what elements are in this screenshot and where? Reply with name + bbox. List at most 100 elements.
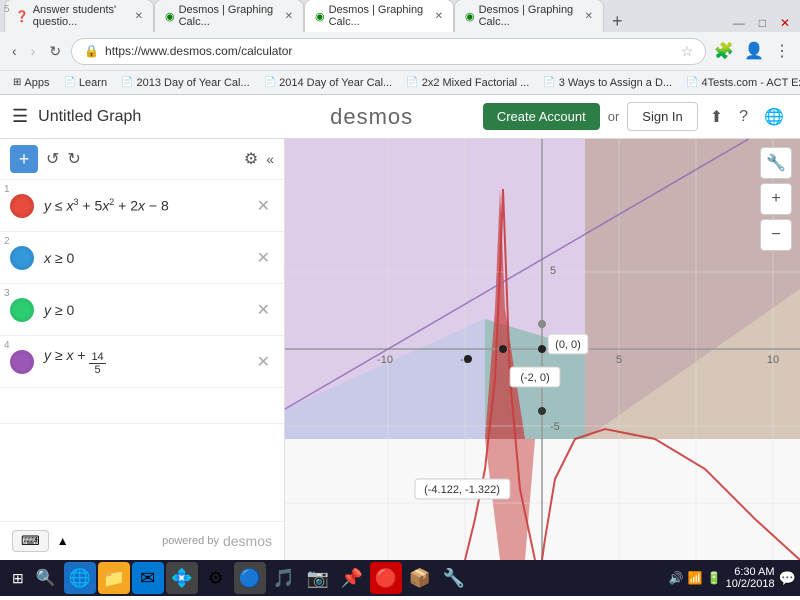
bookmark-2x2[interactable]: 📄 2x2 Mixed Factorial ...: [401, 76, 534, 90]
tab-label-2: Desmos | Graphing Calc...: [329, 4, 427, 28]
tab-label-1: Desmos | Graphing Calc...: [179, 4, 277, 28]
tab-3[interactable]: ◉ Desmos | Graphing Calc... ✕: [454, 0, 604, 32]
close-button[interactable]: ✕: [774, 14, 796, 32]
graph-svg: -10 -5 5 10 5 -5 (0, 0): [285, 139, 800, 560]
tab-bar: ❓ Answer students' questio... ✕ ◉ Desmos…: [0, 0, 800, 32]
help-button[interactable]: ?: [735, 104, 752, 130]
start-button[interactable]: ⊞: [4, 566, 32, 591]
tab-close-2[interactable]: ✕: [435, 11, 443, 22]
bk4-icon: 📄: [406, 77, 418, 88]
expr-icon-1: [10, 194, 34, 218]
add-expression-button[interactable]: +: [10, 145, 38, 173]
taskbar-app-camera[interactable]: 📷: [302, 562, 334, 594]
graph-area[interactable]: -10 -5 5 10 5 -5 (0, 0): [285, 139, 800, 560]
bookmark-2014[interactable]: 📄 2014 Day of Year Cal...: [259, 76, 398, 90]
taskbar-app-media[interactable]: 🎵: [268, 562, 300, 594]
tab-close-3[interactable]: ✕: [585, 11, 593, 22]
browser-chrome: ❓ Answer students' questio... ✕ ◉ Desmos…: [0, 0, 800, 95]
expr-icon-3: [10, 298, 34, 322]
volume-button[interactable]: 🔊: [669, 571, 684, 585]
maximize-button[interactable]: □: [753, 14, 772, 32]
apps-icon: ⊞: [13, 77, 21, 88]
reload-button[interactable]: ↻: [45, 41, 65, 62]
expr-num-2: 2: [4, 236, 10, 247]
window-controls: — □ ✕: [727, 14, 796, 32]
svg-text:10: 10: [767, 354, 779, 366]
new-tab-button[interactable]: +: [604, 11, 631, 32]
taskbar-app-store[interactable]: 📦: [404, 562, 436, 594]
zoom-in-button[interactable]: +: [760, 183, 792, 215]
tab-1[interactable]: ◉ Desmos | Graphing Calc... ✕: [154, 0, 304, 32]
clock-date: 10/2/2018: [726, 578, 775, 590]
zoom-out-button[interactable]: −: [760, 219, 792, 251]
bookmark-learn[interactable]: 📄 Learn: [58, 76, 112, 90]
svg-text:-10: -10: [377, 354, 393, 366]
taskbar-time: 6:30 AM 10/2/2018: [726, 566, 775, 590]
expression-item-1[interactable]: 1 y ≤ x3 + 5x2 + 2x − 8 ✕: [0, 180, 284, 232]
settings-button[interactable]: ⚙: [244, 149, 258, 169]
back-button[interactable]: ‹: [8, 41, 21, 61]
taskbar-app-chrome[interactable]: 🔵: [234, 562, 266, 594]
graph-toolbar: 🔧 + −: [760, 147, 792, 251]
taskbar-search-icon[interactable]: 🔍: [32, 566, 60, 590]
svg-text:(0, 0): (0, 0): [555, 339, 581, 351]
expression-toolbar: + ↺ ↻ ⚙ «: [0, 139, 284, 180]
notification-button[interactable]: 💬: [779, 570, 796, 587]
expression-item-2[interactable]: 2 x ≥ 0 ✕: [0, 232, 284, 284]
redo-button[interactable]: ↻: [67, 149, 80, 169]
tab-0[interactable]: ❓ Answer students' questio... ✕: [4, 0, 154, 32]
address-bar[interactable]: 🔒 https://www.desmos.com/calculator ☆: [71, 38, 706, 65]
desmos-header: ☰ Untitled Graph desmos Create Account o…: [0, 95, 800, 139]
hamburger-menu-button[interactable]: ☰: [12, 106, 28, 127]
forward-button[interactable]: ›: [27, 41, 40, 61]
taskbar-app-pin[interactable]: 📌: [336, 562, 368, 594]
taskbar-app-tools[interactable]: 🔧: [438, 562, 470, 594]
bk3-icon: 📄: [264, 77, 276, 88]
collapse-button[interactable]: «: [266, 151, 274, 167]
sign-in-button[interactable]: Sign In: [627, 102, 697, 131]
taskbar-app-red[interactable]: 🔴: [370, 562, 402, 594]
bookmark-learn-label: Learn: [79, 77, 107, 89]
taskbar-app-mail[interactable]: ✉: [132, 562, 164, 594]
star-icon[interactable]: ☆: [681, 43, 694, 60]
bookmark-apps[interactable]: ⊞ Apps: [8, 76, 54, 90]
minimize-button[interactable]: —: [727, 14, 751, 32]
undo-button[interactable]: ↺: [46, 149, 59, 169]
expr-delete-4[interactable]: ✕: [253, 350, 274, 374]
expr-text-1: y ≤ x3 + 5x2 + 2x − 8: [44, 197, 253, 214]
tab-close-0[interactable]: ✕: [135, 11, 143, 22]
expression-item-4[interactable]: 4 y ≥ x + 14 5 ✕: [0, 336, 284, 388]
expr-delete-2[interactable]: ✕: [253, 246, 274, 270]
extensions-button[interactable]: 🧩: [712, 39, 736, 63]
tab-2[interactable]: ◉ Desmos | Graphing Calc... ✕: [304, 0, 454, 32]
header-actions: Create Account or Sign In ⬆ ? 🌐: [483, 102, 788, 131]
menu-button[interactable]: ⋮: [772, 39, 792, 63]
main-content: + ↺ ↻ ⚙ « 1 y ≤ x3 + 5x2 + 2x − 8 ✕: [0, 139, 800, 560]
wrench-tool-button[interactable]: 🔧: [760, 147, 792, 179]
taskbar: ⊞ 🔍 🌐 📁 ✉ 💠 ⚙ 🔵 🎵 📷 📌 🔴 📦 🔧 🔊 📶 🔋 6:30 A…: [0, 560, 800, 596]
svg-text:-5: -5: [550, 421, 560, 433]
bookmark-3ways[interactable]: 📄 3 Ways to Assign a D...: [538, 76, 677, 90]
taskbar-app-explorer[interactable]: 📁: [98, 562, 130, 594]
lock-icon: 🔒: [84, 44, 99, 58]
expand-button[interactable]: ▲: [57, 534, 69, 548]
bookmark-2x2-label: 2x2 Mixed Factorial ...: [422, 77, 530, 89]
taskbar-app-edge[interactable]: 🌐: [64, 562, 96, 594]
bookmark-4tests[interactable]: 📄 4Tests.com - ACT Ex...: [681, 76, 800, 90]
expression-item-5[interactable]: 5: [0, 388, 284, 424]
globe-button[interactable]: 🌐: [760, 103, 788, 131]
keyboard-button[interactable]: ⌨: [12, 530, 49, 552]
bookmark-2013[interactable]: 📄 2013 Day of Year Cal...: [116, 76, 255, 90]
share-button[interactable]: ⬆: [706, 103, 727, 131]
create-account-button[interactable]: Create Account: [483, 103, 600, 130]
expr-delete-3[interactable]: ✕: [253, 298, 274, 322]
profile-button[interactable]: 👤: [742, 39, 766, 63]
taskbar-app-cortana[interactable]: 💠: [166, 562, 198, 594]
battery-button[interactable]: 🔋: [707, 571, 722, 585]
tab-close-1[interactable]: ✕: [285, 11, 293, 22]
expression-item-3[interactable]: 3 y ≥ 0 ✕: [0, 284, 284, 336]
desmos-logo: desmos: [260, 104, 482, 130]
network-button[interactable]: 📶: [688, 571, 703, 585]
taskbar-app-settings[interactable]: ⚙: [200, 562, 232, 594]
expr-delete-1[interactable]: ✕: [253, 194, 274, 218]
